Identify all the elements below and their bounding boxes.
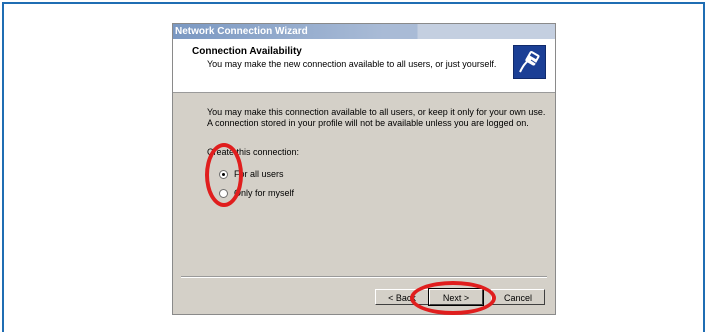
network-cable-icon [513,45,546,79]
description-text: You may make this connection available t… [207,107,546,128]
next-button[interactable]: Next > [428,288,484,306]
cancel-button[interactable]: Cancel [491,289,545,305]
header-subtitle: You may make the new connection availabl… [207,59,497,69]
radio-all-users[interactable]: For all users [219,168,284,180]
wizard-header: Connection Availability You may make the… [173,39,555,93]
back-button[interactable]: < Back [375,289,429,305]
separator [181,276,547,278]
group-label: Create this connection: [207,147,300,157]
radio-label: Only for myself [234,188,295,198]
header-title: Connection Availability [192,46,302,57]
window-title: Network Connection Wizard [173,24,555,39]
radio-button-icon[interactable] [219,188,228,198]
wizard-window: Network Connection Wizard Connection Ava… [172,23,556,315]
radio-label: For all users [234,169,284,179]
radio-button-icon[interactable] [219,169,228,179]
radio-only-myself[interactable]: Only for myself [219,187,294,199]
